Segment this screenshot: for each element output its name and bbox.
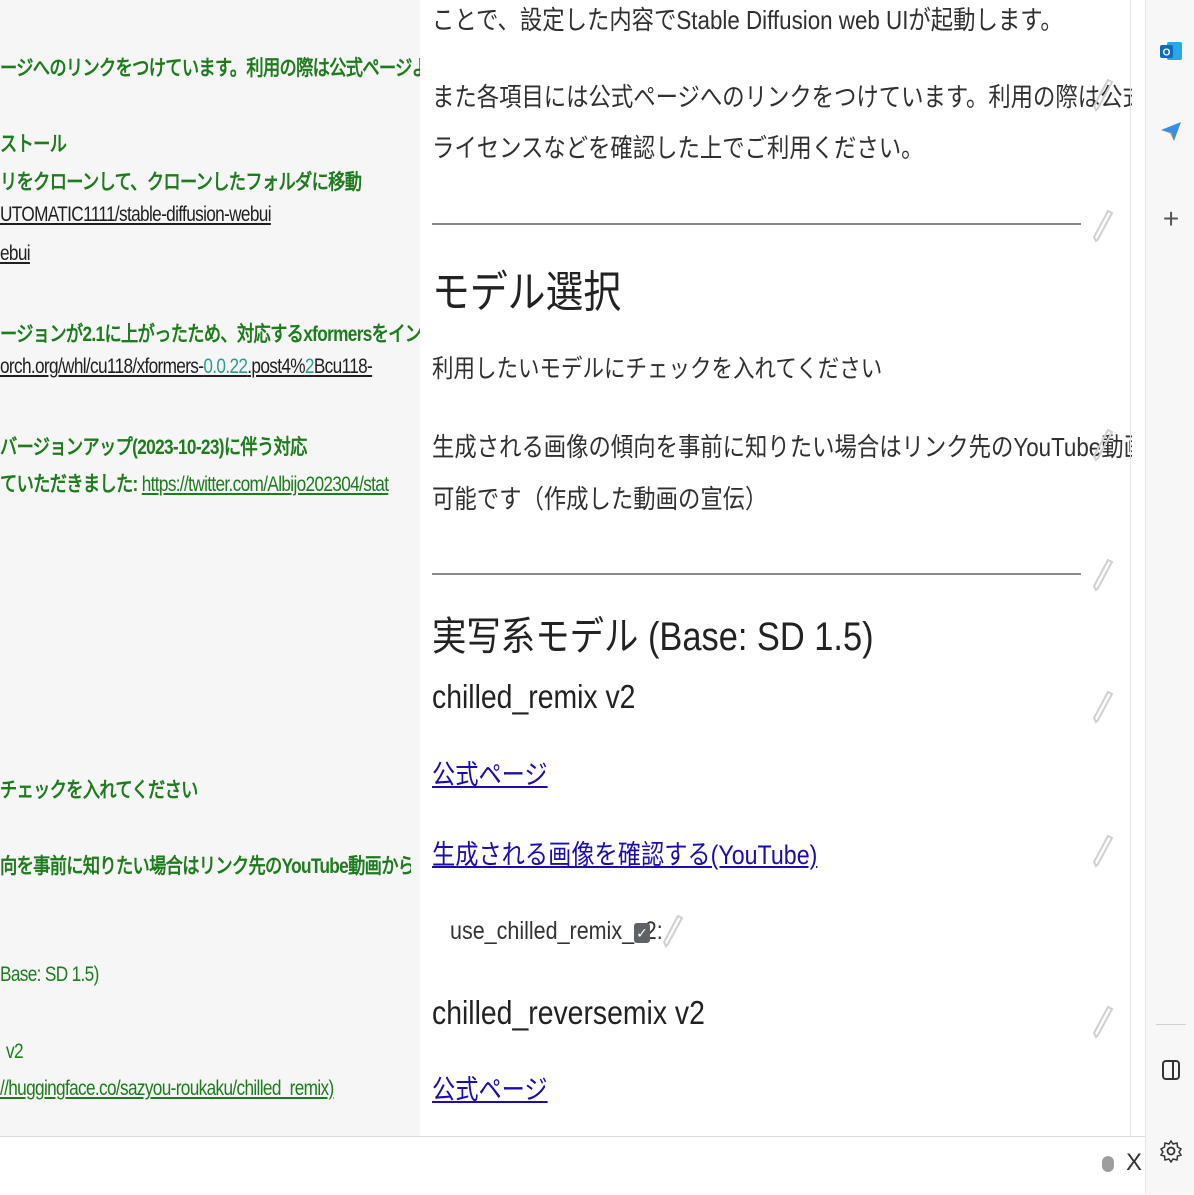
add-icon[interactable]: + (1158, 203, 1184, 234)
link-note-text: ライセンスなどを確認した上でご利用ください。 (432, 133, 924, 163)
form-pane: ことで、設定した内容でStable Diffusion web UIが起動します… (420, 0, 1132, 1136)
sidebar-separator (1156, 1024, 1186, 1025)
code-comment-line: リをクローンして、クローンしたフォルダに移動 (0, 171, 362, 194)
subsection-heading: 実写系モデル (Base: SD 1.5) (432, 615, 874, 659)
youtube-preview-link[interactable]: 生成される画像を確認する(YouTube) (432, 833, 817, 872)
preview-note-text: 生成される画像の傾向を事前に知りたい場合はリンク先のYouTube動画から確認が (432, 432, 1132, 462)
edit-pencil-icon[interactable] (1092, 832, 1114, 868)
send-icon[interactable] (1158, 118, 1184, 144)
code-comment-line: バージョンアップ(2023-10-23)に伴う対応 (0, 436, 307, 459)
code-line: ebui (0, 242, 31, 265)
edit-pencil-icon[interactable] (1092, 207, 1114, 243)
edit-pencil-icon[interactable] (662, 912, 684, 948)
code-line-clip: ていただきました: https://twitter.com/Albijo2023… (0, 466, 411, 500)
code-comment-line: v2 (6, 1040, 24, 1063)
official-page-link[interactable]: 公式ページ (432, 753, 548, 792)
code-line: UTOMATIC1111/stable-diffusion-webui (0, 203, 272, 226)
status-dot-icon (1102, 1156, 1114, 1172)
intro-text: ことで、設定した内容でStable Diffusion web UIが起動します… (432, 5, 1063, 35)
divider (432, 573, 1081, 575)
param-label: use_chilled_remix_v2: (450, 917, 663, 945)
code-line-clip: 向を事前に知りたい場合はリンク先のYouTube動画から確認が可 (0, 848, 411, 882)
svg-text:O: O (1163, 48, 1171, 59)
scrollbar-track[interactable] (1130, 0, 1131, 1136)
edit-pencil-icon[interactable] (1092, 556, 1114, 592)
code-comment-line: ージョンが2.1に上がったため、対応するxformersをインストール (0, 323, 421, 346)
edit-pencil-icon[interactable] (1092, 426, 1114, 462)
code-comment-line: ージへのリンクをつけています。利用の際は公式ページよりライセ (0, 57, 420, 80)
preview-note-text: 可能です（作成した動画の宣伝） (432, 484, 768, 514)
code-line: orch.org/whl/cu118/xformers-0.0.22.post4… (0, 355, 373, 378)
edit-pencil-icon[interactable] (1092, 76, 1114, 112)
section-heading: モデル選択 (432, 268, 622, 317)
code-comment-line: ストール (0, 133, 67, 156)
edit-pencil-icon[interactable] (1092, 688, 1114, 724)
official-page-link[interactable]: 公式ページ (432, 1068, 548, 1107)
code-comment-line: Base: SD 1.5) (0, 963, 99, 986)
edit-pencil-icon[interactable] (1092, 1003, 1114, 1039)
code-link[interactable]: https://twitter.com/Albijo202304/stat (142, 473, 389, 496)
link-note-text: また各項目には公式ページへのリンクをつけています。利用の際は公式ページより (432, 82, 1132, 112)
close-button[interactable]: X (1126, 1149, 1142, 1177)
code-comment-line: 向を事前に知りたい場合はリンク先のYouTube動画から確認が可 (0, 855, 411, 878)
code-pane: ージへのリンクをつけています。利用の際は公式ページよりライセ ストール リをクロ… (0, 0, 421, 1136)
outlook-icon[interactable]: O (1158, 38, 1184, 64)
model-title: chilled_reversemix v2 (432, 994, 705, 1031)
instruction-text: 利用したいモデルにチェックを入れてください (432, 355, 883, 383)
code-comment-line: チェックを入れてください (0, 779, 198, 802)
code-comment-line: ていただきました: https://twitter.com/Albijo2023… (0, 473, 389, 496)
code-line-clip: orch.org/whl/cu118/xformers-0.0.22.post4… (0, 353, 411, 387)
code-link[interactable]: //huggingface.co/sazyou-roukaku/chilled_… (0, 1077, 334, 1101)
use-chilled-remix-checkbox[interactable]: ✓ (634, 923, 650, 943)
divider (432, 223, 1081, 225)
gear-icon[interactable] (1158, 1138, 1184, 1164)
split-panel-icon[interactable] (1158, 1057, 1184, 1083)
browser-sidebar: O + (1145, 0, 1194, 1194)
bottom-bar: X (0, 1136, 1145, 1195)
model-title: chilled_remix v2 (432, 678, 636, 715)
